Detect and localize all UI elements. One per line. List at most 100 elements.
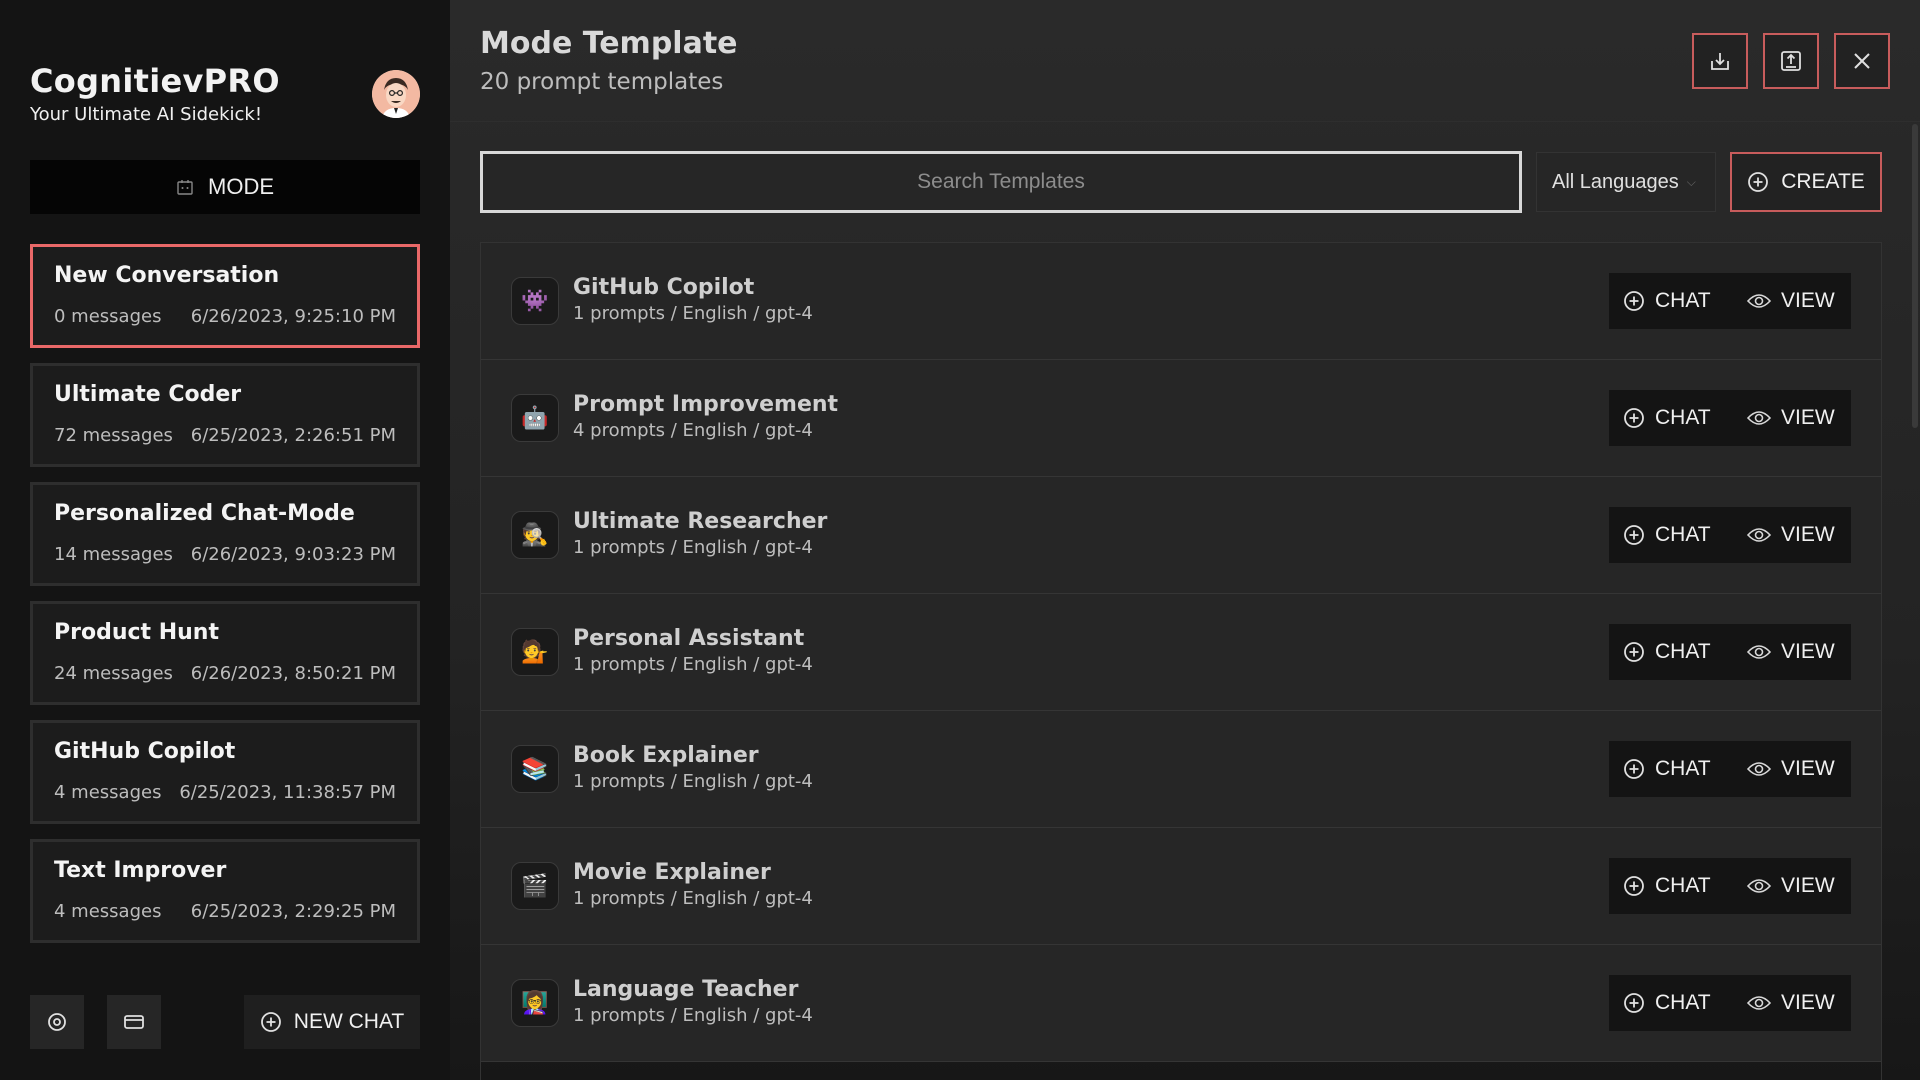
- template-meta: 4 prompts / English / gpt-4: [573, 420, 813, 441]
- import-button[interactable]: [1692, 33, 1748, 89]
- eye-icon: [1747, 762, 1771, 776]
- view-button[interactable]: VIEW: [1733, 273, 1851, 329]
- plus-circle-icon: [1624, 993, 1644, 1013]
- conversation-date: 6/26/2023, 8:50:21 PM: [190, 663, 396, 684]
- credit-card-icon: [124, 1015, 144, 1029]
- app-name: CognitievPRO: [30, 62, 280, 100]
- conversation-message-count: 72 messages: [54, 425, 173, 446]
- template-list: 👾 GitHub Copilot 1 prompts / English / g…: [480, 242, 1882, 1080]
- conversation-title: Ultimate Coder: [54, 382, 242, 407]
- header-divider: [450, 121, 1920, 122]
- scrollbar[interactable]: [1912, 124, 1918, 428]
- close-button[interactable]: [1834, 33, 1890, 89]
- view-button[interactable]: VIEW: [1733, 390, 1851, 446]
- eye-icon: [1747, 411, 1771, 425]
- plus-circle-icon: [1624, 642, 1644, 662]
- download-icon: [1711, 53, 1729, 70]
- template-actions: CHAT VIEW: [1609, 507, 1851, 563]
- template-name: Movie Explainer: [573, 860, 771, 885]
- conversation-title: GitHub Copilot: [54, 739, 236, 764]
- view-button[interactable]: VIEW: [1733, 858, 1851, 914]
- conversation-item[interactable]: GitHub Copilot 4 messages 6/25/2023, 11:3…: [30, 720, 420, 824]
- new-chat-button[interactable]: NEW CHAT: [244, 995, 420, 1049]
- plus-circle-icon: [1624, 291, 1644, 311]
- plus-circle-icon: [1748, 172, 1769, 192]
- conversation-message-count: 24 messages: [54, 663, 173, 684]
- close-icon: [1854, 53, 1870, 69]
- teacher-icon: 👩‍🏫: [511, 979, 559, 1027]
- template-row: 📚 Book Explainer 1 prompts / English / g…: [481, 711, 1881, 828]
- eye-icon: [1747, 528, 1771, 542]
- template-meta: 1 prompts / English / gpt-4: [573, 303, 813, 324]
- conversation-date: 6/25/2023, 11:38:57 PM: [179, 782, 396, 803]
- view-label: VIEW: [1781, 523, 1835, 546]
- view-button[interactable]: VIEW: [1733, 507, 1851, 563]
- avatar[interactable]: [372, 70, 420, 118]
- template-row: 👾 GitHub Copilot 1 prompts / English / g…: [481, 243, 1881, 360]
- eye-icon: [1747, 645, 1771, 659]
- chat-button[interactable]: CHAT: [1609, 390, 1733, 446]
- eye-icon: [1747, 879, 1771, 893]
- conversation-item[interactable]: New Conversation 0 messages 6/26/2023, 9:…: [30, 244, 420, 348]
- chat-label: CHAT: [1655, 523, 1711, 546]
- template-panel: Mode Template 20 prompt templates Search…: [450, 0, 1920, 1080]
- robot-icon: 🤖: [511, 394, 559, 442]
- new-chat-label: NEW CHAT: [293, 1010, 405, 1033]
- chevron-down-icon: ⌵: [1686, 174, 1696, 189]
- conversation-message-count: 0 messages: [54, 306, 162, 327]
- conversation-item[interactable]: Text Improver 4 messages 6/25/2023, 2:29:…: [30, 839, 420, 943]
- conversation-item[interactable]: Ultimate Coder 72 messages 6/25/2023, 2:2…: [30, 363, 420, 467]
- clapper-board-icon: 🎬: [511, 862, 559, 910]
- page-title: Mode Template: [480, 26, 738, 61]
- view-button[interactable]: VIEW: [1733, 975, 1851, 1031]
- app-tagline: Your Ultimate AI Sidekick!: [30, 104, 263, 125]
- header-actions: [1692, 33, 1890, 89]
- template-name: Ultimate Researcher: [573, 509, 828, 534]
- conversation-date: 6/25/2023, 2:26:51 PM: [190, 425, 396, 446]
- chat-button[interactable]: CHAT: [1609, 741, 1733, 797]
- plus-circle-icon: [1624, 408, 1644, 428]
- chat-button[interactable]: CHAT: [1609, 624, 1733, 680]
- template-row: 🎬 Movie Explainer 1 prompts / English / …: [481, 828, 1881, 945]
- assistant-icon: 💁: [511, 628, 559, 676]
- conversation-title: New Conversation: [54, 263, 280, 288]
- search-input[interactable]: [480, 151, 1522, 213]
- plus-circle-icon: [1624, 759, 1644, 779]
- plus-circle-icon: [1624, 876, 1644, 896]
- template-name: Language Teacher: [573, 977, 799, 1002]
- template-name: GitHub Copilot: [573, 275, 755, 300]
- settings-icon: [48, 1013, 66, 1031]
- chat-button[interactable]: CHAT: [1609, 975, 1733, 1031]
- chat-button[interactable]: CHAT: [1609, 273, 1733, 329]
- template-actions: CHAT VIEW: [1609, 975, 1851, 1031]
- template-name: Prompt Improvement: [573, 392, 839, 417]
- settings-button[interactable]: [30, 995, 84, 1049]
- view-button[interactable]: VIEW: [1733, 741, 1851, 797]
- mode-button[interactable]: MODE: [30, 160, 420, 214]
- template-row: 🕵 Ultimate Researcher 1 prompts / Englis…: [481, 477, 1881, 594]
- chat-button[interactable]: CHAT: [1609, 858, 1733, 914]
- view-label: VIEW: [1781, 874, 1835, 897]
- template-row: 👩‍🏫 Language Teacher 1 prompts / English…: [481, 945, 1881, 1062]
- conversation-message-count: 14 messages: [54, 544, 173, 565]
- export-icon: [1781, 51, 1801, 71]
- template-actions: CHAT VIEW: [1609, 273, 1851, 329]
- export-button[interactable]: [1763, 33, 1819, 89]
- chat-button[interactable]: CHAT: [1609, 507, 1733, 563]
- language-filter[interactable]: All Languages ⌵: [1536, 152, 1716, 212]
- sidebar: CognitievPRO Your Ultimate AI Sidekick! …: [0, 0, 450, 1080]
- conversation-title: Text Improver: [54, 858, 227, 883]
- conversation-item[interactable]: Personalized Chat-Mode 14 messages 6/26/2…: [30, 482, 420, 586]
- create-button[interactable]: CREATE: [1730, 152, 1882, 212]
- template-meta: 1 prompts / English / gpt-4: [573, 654, 813, 675]
- view-label: VIEW: [1781, 289, 1835, 312]
- view-button[interactable]: VIEW: [1733, 624, 1851, 680]
- conversation-item[interactable]: Product Hunt 24 messages 6/26/2023, 8:50:…: [30, 601, 420, 705]
- template-actions: CHAT VIEW: [1609, 741, 1851, 797]
- mode-button-label: MODE: [208, 174, 274, 199]
- template-actions: CHAT VIEW: [1609, 858, 1851, 914]
- language-filter-value: All Languages: [1552, 170, 1679, 193]
- billing-button[interactable]: [107, 995, 161, 1049]
- user-avatar-icon: [372, 70, 420, 118]
- conversation-date: 6/25/2023, 2:29:25 PM: [190, 901, 396, 922]
